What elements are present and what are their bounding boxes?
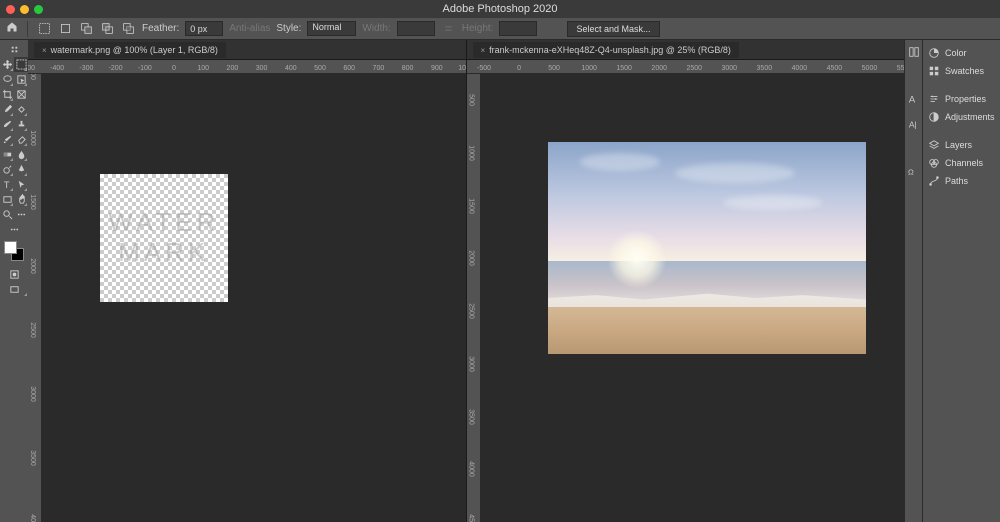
close-tab-icon[interactable]: × (481, 46, 486, 55)
new-selection-icon[interactable] (58, 21, 73, 36)
width-input (397, 21, 435, 36)
quick-mask-icon[interactable] (0, 267, 28, 282)
pen-tool[interactable] (14, 162, 28, 177)
lasso-tool[interactable] (0, 72, 14, 87)
panel-layers[interactable]: Layers (923, 136, 1000, 154)
collapsed-panels: A A| Ω (904, 40, 922, 522)
ruler-vertical[interactable]: 50010001500200025003000350040004500 (467, 74, 481, 522)
ruler-horizontal[interactable]: -500050010001500200025003000350040004500… (467, 60, 905, 74)
libraries-icon[interactable] (908, 46, 920, 61)
feather-label: Feather: (142, 23, 179, 34)
move-tool[interactable] (0, 57, 14, 72)
style-label: Style: (276, 23, 301, 34)
hand-tool[interactable] (14, 192, 28, 207)
canvas[interactable]: WATERMARK (42, 74, 466, 522)
glyphs-icon[interactable]: Ω (908, 165, 920, 180)
blur-tool[interactable] (14, 147, 28, 162)
gradient-tool[interactable] (0, 147, 14, 162)
add-selection-icon[interactable] (79, 21, 94, 36)
color-swatches[interactable] (4, 241, 24, 261)
dodge-tool[interactable] (0, 162, 14, 177)
svg-text:Ω: Ω (908, 167, 914, 176)
select-and-mask-button[interactable]: Select and Mask... (567, 21, 659, 37)
options-bar: Feather: Anti-alias Style: Normal Width:… (0, 18, 1000, 40)
window-controls (6, 5, 43, 14)
type-tool[interactable]: T (0, 177, 14, 192)
beach-photo (548, 142, 866, 354)
document-tab[interactable]: ×frank-mckenna-eXHeq48Z-Q4-unsplash.jpg … (473, 42, 739, 58)
zoom-window[interactable] (34, 5, 43, 14)
document-2: ×frank-mckenna-eXHeq48Z-Q4-unsplash.jpg … (467, 40, 905, 522)
rectangle-tool[interactable] (0, 192, 14, 207)
panel-paths[interactable]: Paths (923, 172, 1000, 190)
tools-panel: T (0, 40, 28, 522)
titlebar: Adobe Photoshop 2020 (0, 0, 1000, 18)
crop-tool[interactable] (0, 87, 14, 102)
intersect-selection-icon[interactable] (121, 21, 136, 36)
object-select-tool[interactable] (14, 72, 28, 87)
paragraph-icon[interactable]: A| (908, 118, 920, 133)
panel-adjustments[interactable]: Adjustments (923, 108, 1000, 126)
marquee-tool-icon[interactable] (37, 21, 52, 36)
eyedropper-tool[interactable] (0, 102, 14, 117)
tab-bar: ×frank-mckenna-eXHeq48Z-Q4-unsplash.jpg … (467, 40, 905, 60)
panel-channels[interactable]: Channels (923, 154, 1000, 172)
height-input (499, 21, 537, 36)
document-1: ×watermark.png @ 100% (Layer 1, RGB/8) -… (28, 40, 467, 522)
document-tab[interactable]: ×watermark.png @ 100% (Layer 1, RGB/8) (34, 42, 226, 58)
frame-tool[interactable] (14, 87, 28, 102)
close-tab-icon[interactable]: × (42, 46, 47, 55)
more-tools[interactable] (14, 207, 28, 222)
watermark-text: WATERMARK (108, 208, 219, 267)
svg-text:A|: A| (908, 119, 916, 129)
watermark-canvas: WATERMARK (100, 174, 228, 302)
path-select-tool[interactable] (14, 177, 28, 192)
marquee-tool[interactable] (14, 57, 28, 72)
foreground-color[interactable] (4, 241, 17, 254)
panels-dock: Color Swatches Properties Adjustments La… (922, 40, 1000, 522)
height-label: Height: (462, 23, 494, 34)
tab-bar: ×watermark.png @ 100% (Layer 1, RGB/8) (28, 40, 466, 60)
history-brush-tool[interactable] (0, 132, 14, 147)
brush-tool[interactable] (0, 117, 14, 132)
home-icon[interactable] (6, 21, 18, 36)
swap-icon (441, 21, 456, 36)
close-window[interactable] (6, 5, 15, 14)
document-area: ×watermark.png @ 100% (Layer 1, RGB/8) -… (28, 40, 904, 522)
zoom-tool[interactable] (0, 207, 14, 222)
svg-text:A: A (908, 93, 915, 104)
edit-toolbar[interactable] (0, 222, 28, 237)
panel-swatches[interactable]: Swatches (923, 62, 1000, 80)
character-icon[interactable]: A (908, 93, 920, 108)
panel-properties[interactable]: Properties (923, 90, 1000, 108)
eraser-tool[interactable] (14, 132, 28, 147)
ruler-horizontal[interactable]: -500-400-300-200-10001002003004005006007… (28, 60, 466, 74)
minimize-window[interactable] (20, 5, 29, 14)
svg-text:T: T (3, 180, 9, 190)
antialias-label: Anti-alias (229, 23, 270, 34)
app-title: Adobe Photoshop 2020 (443, 3, 558, 15)
feather-input[interactable] (185, 21, 223, 36)
screen-mode-icon[interactable] (0, 282, 28, 297)
subtract-selection-icon[interactable] (100, 21, 115, 36)
collapse-icon[interactable] (0, 42, 28, 57)
ruler-vertical[interactable]: 5001000150020002500300035004000 (28, 74, 42, 522)
separator (27, 21, 28, 37)
stamp-tool[interactable] (14, 117, 28, 132)
healing-tool[interactable] (14, 102, 28, 117)
width-label: Width: (362, 23, 390, 34)
style-select[interactable]: Normal (307, 21, 356, 36)
canvas[interactable] (481, 74, 905, 522)
panel-color[interactable]: Color (923, 44, 1000, 62)
